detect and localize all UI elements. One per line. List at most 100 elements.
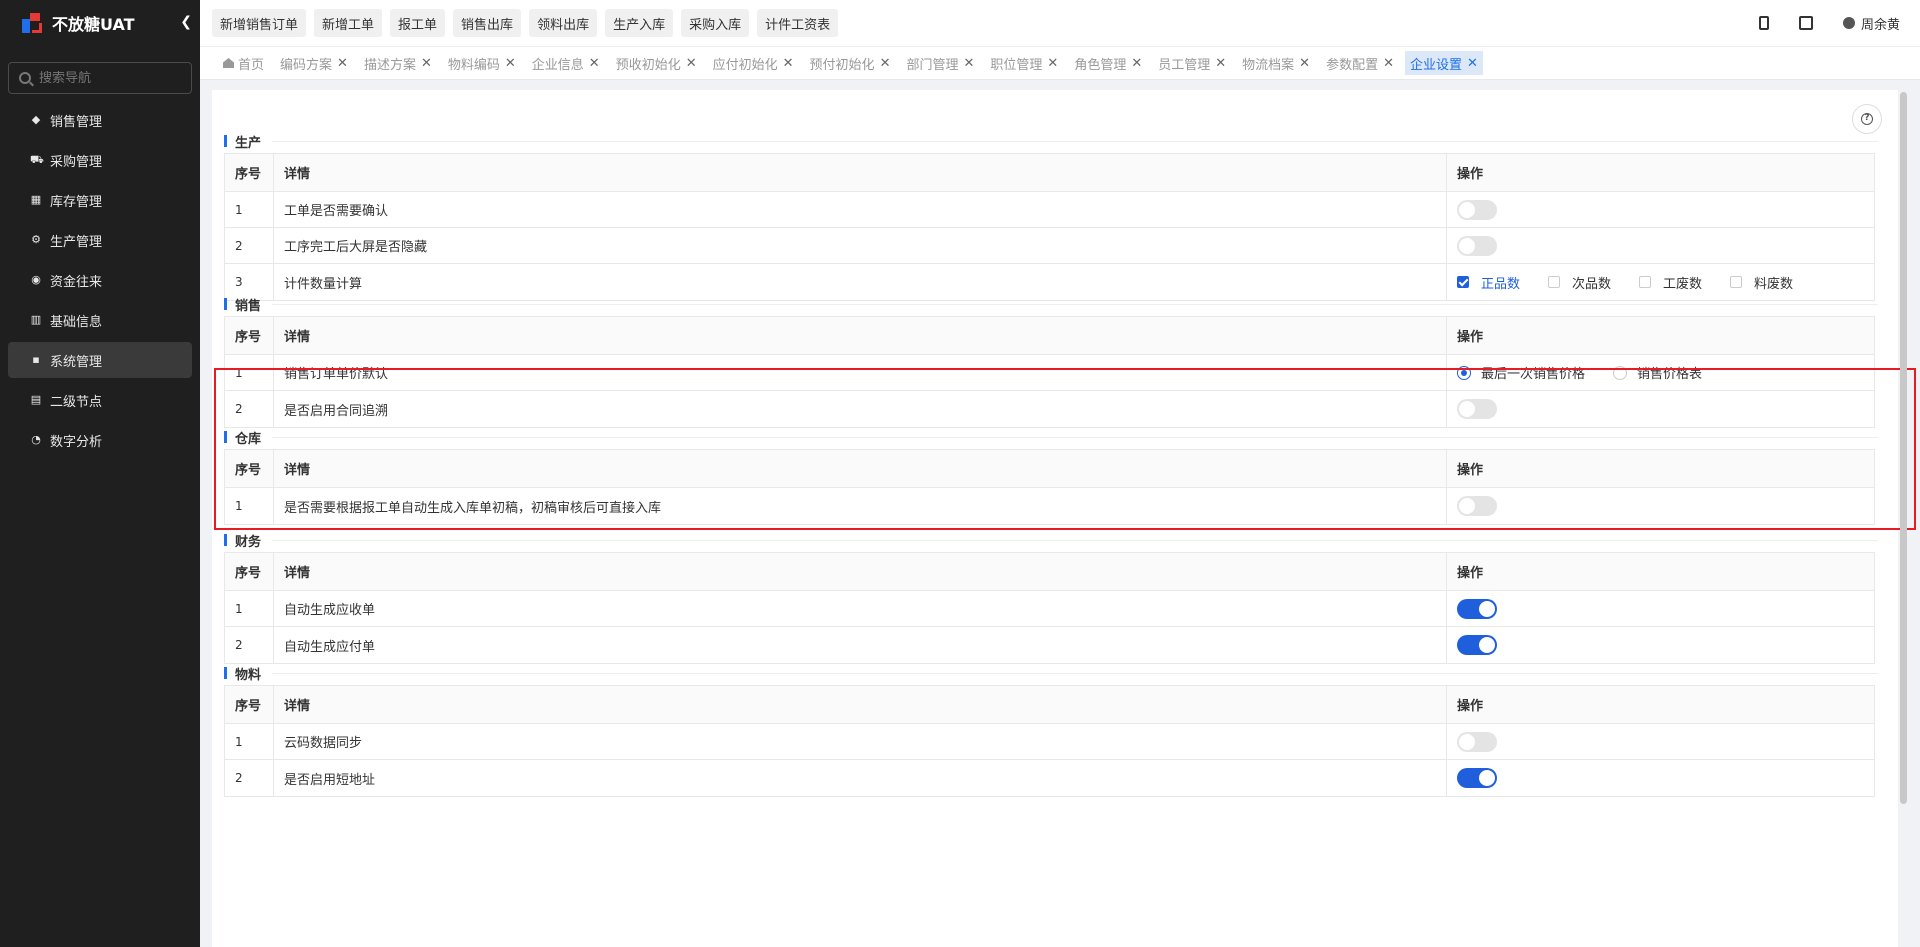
radio-option[interactable]: 最后一次销售价格 xyxy=(1457,363,1585,382)
sidebar-item-4[interactable]: ◉ 资金往来 xyxy=(8,262,192,298)
tab-13[interactable]: 参数配置 ✕ xyxy=(1321,51,1399,75)
user-name[interactable]: 周余黄 xyxy=(1861,14,1900,33)
checkbox[interactable]: 料废数 xyxy=(1730,273,1793,292)
sidebar-item-6[interactable]: ▪ 系统管理 xyxy=(8,342,192,378)
tab-4[interactable]: 企业信息 ✕ xyxy=(527,51,605,75)
sidebar-item-3[interactable]: ⚙ 生产管理 xyxy=(8,222,192,258)
row-action xyxy=(1447,228,1874,263)
close-icon[interactable]: ✕ xyxy=(1131,56,1142,71)
checkbox-box[interactable] xyxy=(1730,276,1743,288)
sidebar-item-1[interactable]: ⛟ 采购管理 xyxy=(8,142,192,178)
tab-5[interactable]: 预收初始化 ✕ xyxy=(611,51,702,75)
toggle-switch[interactable] xyxy=(1457,235,1497,256)
tab-7[interactable]: 预付初始化 ✕ xyxy=(805,51,896,75)
table-row: 2 自动生成应付单 xyxy=(225,627,1874,663)
collapse-sidebar-icon[interactable]: ❮ xyxy=(180,14,192,30)
toggle-switch[interactable] xyxy=(1457,598,1497,619)
toggle-switch[interactable] xyxy=(1457,731,1497,752)
sidebar-item-label: 资金往来 xyxy=(50,274,103,290)
tab-1[interactable]: 编码方案 ✕ xyxy=(275,51,353,75)
header-action: 操作 xyxy=(1457,330,1484,345)
search-icon xyxy=(19,72,31,84)
toggle-switch[interactable] xyxy=(1457,768,1497,788)
header-action: 操作 xyxy=(1457,167,1484,182)
checkbox-box[interactable] xyxy=(1457,276,1469,288)
tab-9[interactable]: 职位管理 ✕ xyxy=(985,51,1063,75)
radio-button[interactable] xyxy=(1457,365,1471,380)
tab-label: 编码方案 xyxy=(280,57,333,73)
tab-6[interactable]: 应付初始化 ✕ xyxy=(708,51,799,75)
close-icon[interactable]: ✕ xyxy=(589,56,600,71)
quick-action-button[interactable]: 生产入库 xyxy=(605,9,674,37)
tab-11[interactable]: 员工管理 ✕ xyxy=(1153,51,1231,75)
toggle-switch[interactable] xyxy=(1457,199,1497,220)
checkbox-label: 工废数 xyxy=(1663,276,1703,292)
nav-search[interactable] xyxy=(8,62,192,94)
close-icon[interactable]: ✕ xyxy=(783,56,794,71)
checkbox-label: 料废数 xyxy=(1754,276,1794,292)
table-row: 1 是否需要根据报工单自动生成入库单初稿，初稿审核后可直接入库 xyxy=(225,488,1874,524)
settings-table-production: 序号 详情 操作 1 工单是否需要确认 2 工序完工后大屏是否隐藏 3 计件数量计算 正品数 次品数… xyxy=(224,153,1875,301)
close-icon[interactable]: ✕ xyxy=(1215,56,1226,71)
close-icon[interactable]: ✕ xyxy=(963,56,974,71)
help-button[interactable]: ? xyxy=(1852,104,1882,134)
mobile-icon[interactable] xyxy=(1758,16,1769,30)
quick-action-button[interactable]: 新增销售订单 xyxy=(212,9,307,37)
toggle-switch[interactable] xyxy=(1457,635,1497,655)
sidebar-item-5[interactable]: ▥ 基础信息 xyxy=(8,302,192,338)
tab-8[interactable]: 部门管理 ✕ xyxy=(901,51,979,75)
tab-label: 首页 xyxy=(238,57,265,73)
sidebar-item-0[interactable]: ◆ 销售管理 xyxy=(8,102,192,138)
table-row: 2 工序完工后大屏是否隐藏 xyxy=(225,228,1874,264)
tab-10[interactable]: 角色管理 ✕ xyxy=(1069,51,1147,75)
toggle-switch[interactable] xyxy=(1457,496,1497,516)
scrollbar[interactable] xyxy=(1900,92,1907,804)
close-icon[interactable]: ✕ xyxy=(505,56,516,71)
close-icon[interactable]: ✕ xyxy=(1299,56,1310,71)
tab-3[interactable]: 物料编码 ✕ xyxy=(443,51,521,75)
settings-table-material: 序号 详情 操作 1 云码数据同步 2 是否启用短地址 xyxy=(224,685,1875,797)
checkbox-box[interactable] xyxy=(1639,276,1652,288)
tab-12[interactable]: 物流档案 ✕ xyxy=(1237,51,1315,75)
tab-2[interactable]: 描述方案 ✕ xyxy=(359,51,437,75)
sidebar-item-2[interactable]: ▦ 库存管理 xyxy=(8,182,192,218)
close-icon[interactable]: ✕ xyxy=(1047,56,1058,71)
quick-action-button[interactable]: 领料出库 xyxy=(529,9,598,37)
close-icon[interactable]: ✕ xyxy=(1383,56,1394,71)
search-input[interactable] xyxy=(39,70,179,86)
quick-action-button[interactable]: 采购入库 xyxy=(681,9,750,37)
header-index: 序号 xyxy=(225,686,274,723)
checkbox[interactable]: 次品数 xyxy=(1548,273,1611,292)
header-detail: 详情 xyxy=(274,317,1447,354)
app-logo: 不放糖UAT xyxy=(0,0,200,46)
quick-action-button[interactable]: 报工单 xyxy=(390,9,446,37)
sidebar-item-8[interactable]: ◔ 数字分析 xyxy=(8,422,192,458)
sidebar-item-7[interactable]: ▤ 二级节点 xyxy=(8,382,192,418)
tab-0[interactable]: 首页 xyxy=(218,51,269,75)
checkbox[interactable]: 工废数 xyxy=(1639,273,1702,292)
user-avatar-icon[interactable] xyxy=(1842,17,1855,29)
tab-label: 企业信息 xyxy=(531,57,584,73)
close-icon[interactable]: ✕ xyxy=(880,56,891,71)
radio-button[interactable] xyxy=(1613,365,1628,380)
tab-bar: 首页 编码方案 ✕ 描述方案 ✕ 物料编码 ✕ 企业信息 ✕ 预收初始化 ✕ 应付初始化 ✕ 预付初始化 ✕… xyxy=(200,46,1920,80)
close-icon[interactable]: ✕ xyxy=(421,56,432,71)
close-icon[interactable]: ✕ xyxy=(337,56,348,71)
checkbox-box[interactable] xyxy=(1548,276,1561,288)
close-icon[interactable]: ✕ xyxy=(1467,56,1478,71)
header-detail: 详情 xyxy=(274,553,1447,590)
tab-14[interactable]: 企业设置 ✕ xyxy=(1405,51,1483,75)
close-icon[interactable]: ✕ xyxy=(686,56,697,71)
quick-action-button[interactable]: 新增工单 xyxy=(314,9,383,37)
section-title-warehouse: 仓库 xyxy=(224,429,261,447)
quick-action-button[interactable]: 销售出库 xyxy=(453,9,522,37)
checkbox[interactable]: 正品数 xyxy=(1457,273,1520,292)
header-action: 操作 xyxy=(1457,463,1484,478)
toggle-switch[interactable] xyxy=(1457,399,1497,419)
section-title-sales: 销售 xyxy=(224,296,261,314)
home-icon xyxy=(223,58,234,68)
chart-icon[interactable] xyxy=(1798,16,1813,30)
radio-option[interactable]: 销售价格表 xyxy=(1613,363,1702,382)
quick-action-button[interactable]: 计件工资表 xyxy=(757,9,839,37)
tab-label: 员工管理 xyxy=(1158,57,1211,73)
